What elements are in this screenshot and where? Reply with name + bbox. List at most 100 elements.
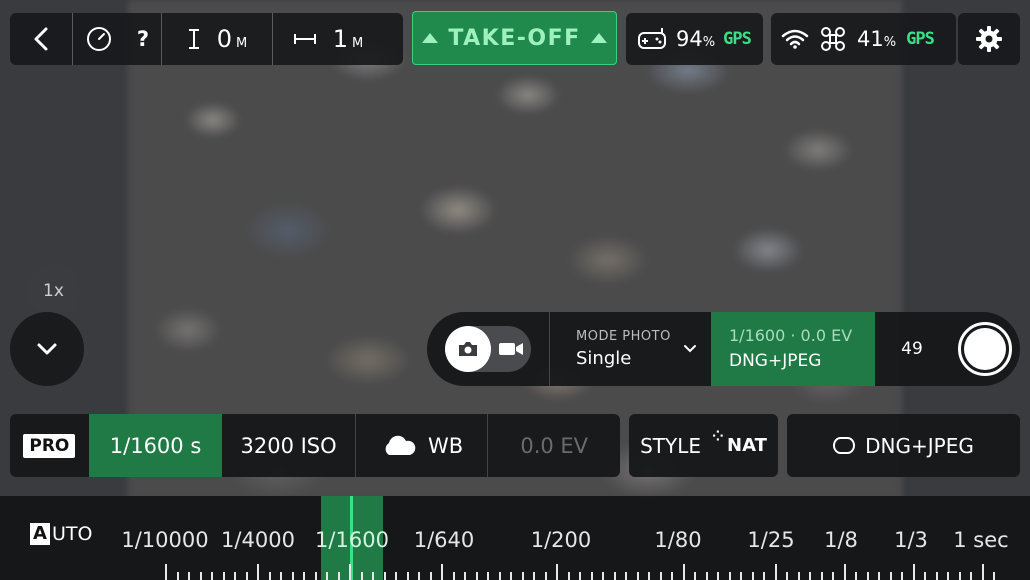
ruler-tick <box>453 572 455 580</box>
ruler-tick <box>786 572 788 580</box>
arrow-up-icon <box>422 33 439 43</box>
ruler-tick <box>384 572 386 580</box>
drone-status[interactable]: 41% GPS <box>771 13 956 65</box>
ruler-tick <box>211 572 213 580</box>
distance-readout: 1M <box>273 13 383 65</box>
shutter-button[interactable] <box>957 322 1012 376</box>
ruler-label[interactable]: 1/640 <box>414 528 475 552</box>
drone-icon <box>819 26 847 52</box>
wb-label: WB <box>428 433 464 458</box>
auto-button[interactable]: A UTO <box>30 523 92 545</box>
ruler-tick <box>798 572 800 580</box>
ruler-label[interactable]: 1 sec <box>953 528 1008 552</box>
back-button[interactable] <box>10 13 72 65</box>
ruler-tick <box>821 572 823 580</box>
ruler-tick <box>982 564 984 580</box>
ruler-tick <box>200 572 202 580</box>
ruler-label[interactable]: 1/3 <box>894 528 928 552</box>
ruler-tick <box>361 572 363 580</box>
ev-setting[interactable]: 0.0 EV <box>488 414 620 477</box>
arrow-up-icon <box>590 33 607 43</box>
ruler-tick <box>878 572 880 580</box>
ruler-tick <box>430 572 432 580</box>
altitude-icon <box>187 28 201 50</box>
speedometer-button[interactable] <box>73 13 125 65</box>
pro-mode-toggle[interactable]: PRO <box>10 414 89 477</box>
chevron-left-icon <box>33 26 49 52</box>
camera-settings-bar: PRO 1/1600 s 3200 ISO WB 0.0 EV <box>10 414 620 477</box>
wifi-icon <box>781 28 809 50</box>
mode-value: Single <box>576 348 632 369</box>
altitude-value: 0 <box>216 25 233 53</box>
ruler-tick <box>832 572 834 580</box>
ruler-tick <box>924 572 926 580</box>
settings-button[interactable] <box>958 13 1020 65</box>
mode-toggle[interactable] <box>445 326 531 372</box>
ruler-label[interactable]: 1/10000 <box>121 528 208 552</box>
ruler-tick <box>407 572 409 580</box>
format-button[interactable]: DNG+JPEG <box>787 414 1020 477</box>
exposure-format-summary[interactable]: 1/1600 · 0.0 EV DNG+JPEG <box>711 312 875 386</box>
ruler-label[interactable]: 1/8 <box>824 528 858 552</box>
photo-mode-option[interactable] <box>445 326 491 372</box>
ruler-label[interactable]: 1/200 <box>531 528 592 552</box>
ruler-tick <box>671 572 673 580</box>
ruler-tick <box>165 564 167 580</box>
style-button[interactable]: STYLE NAT <box>629 414 778 477</box>
ruler-tick <box>223 572 225 580</box>
ruler-tick <box>303 572 305 580</box>
video-mode-option[interactable] <box>491 340 531 358</box>
ruler-label[interactable]: 1/25 <box>747 528 794 552</box>
flight-info-bar: ? 0 M 1M <box>10 13 403 65</box>
ruler-tick <box>464 572 466 580</box>
ruler-tick <box>280 572 282 580</box>
expand-button[interactable] <box>10 312 84 386</box>
ruler-tick <box>372 572 374 580</box>
drone-gps-label: GPS <box>906 29 935 49</box>
photo-mode-selector[interactable]: MODE PHOTO Single <box>549 312 711 386</box>
camera-icon <box>457 340 479 358</box>
ruler-tick <box>763 572 765 580</box>
controller-status[interactable]: 94% GPS <box>626 13 763 65</box>
takeoff-button[interactable]: TAKE-OFF <box>412 11 617 65</box>
ruler-tick <box>568 572 570 580</box>
format-summary: DNG+JPEG <box>729 351 822 371</box>
ruler-tick <box>913 564 915 580</box>
ruler-tick <box>602 572 604 580</box>
exposure-summary: 1/1600 · 0.0 EV <box>729 326 853 345</box>
auto-rest: UTO <box>51 523 93 545</box>
ruler-tick <box>625 572 627 580</box>
photo-video-switch[interactable] <box>427 312 549 386</box>
shutter-speed-setting[interactable]: 1/1600 s <box>88 414 223 477</box>
controller-battery-unit: % <box>702 35 716 50</box>
ruler-tick <box>614 572 616 580</box>
format-icon <box>833 437 856 454</box>
ruler-tick <box>867 572 869 580</box>
controller-gps-label: GPS <box>723 29 752 49</box>
controller-icon <box>636 26 668 52</box>
distance-unit: M <box>352 36 364 51</box>
zoom-level-button[interactable]: 1x <box>27 264 80 317</box>
gear-icon <box>975 25 1003 53</box>
shots-remaining: 49 <box>901 339 923 359</box>
chevron-down-icon <box>683 344 697 354</box>
distance-value: 1 <box>332 25 349 53</box>
ruler-tick <box>694 572 696 580</box>
help-button[interactable]: ? <box>125 13 161 65</box>
ruler-tick <box>959 572 961 580</box>
pro-label: PRO <box>23 433 76 458</box>
ruler-tick <box>257 564 259 580</box>
ruler-tick <box>522 572 524 580</box>
ruler-label[interactable]: 1/80 <box>654 528 701 552</box>
ruler-label[interactable]: 1/1600 <box>315 528 389 552</box>
white-balance-setting[interactable]: WB <box>356 414 489 477</box>
iso-setting[interactable]: 3200 ISO <box>222 414 356 477</box>
ruler-tick <box>637 572 639 580</box>
ruler-tick <box>683 564 685 580</box>
ruler-label[interactable]: 1/4000 <box>221 528 295 552</box>
ruler-tick <box>315 572 317 580</box>
shutter-speed-ruler[interactable]: A UTO 1/10000 1/4000 1/1600 1/640 1/200 1/80 1/… <box>0 496 1030 580</box>
ruler-tick <box>775 564 777 580</box>
ruler-tick <box>292 572 294 580</box>
cloud-icon <box>380 435 418 457</box>
